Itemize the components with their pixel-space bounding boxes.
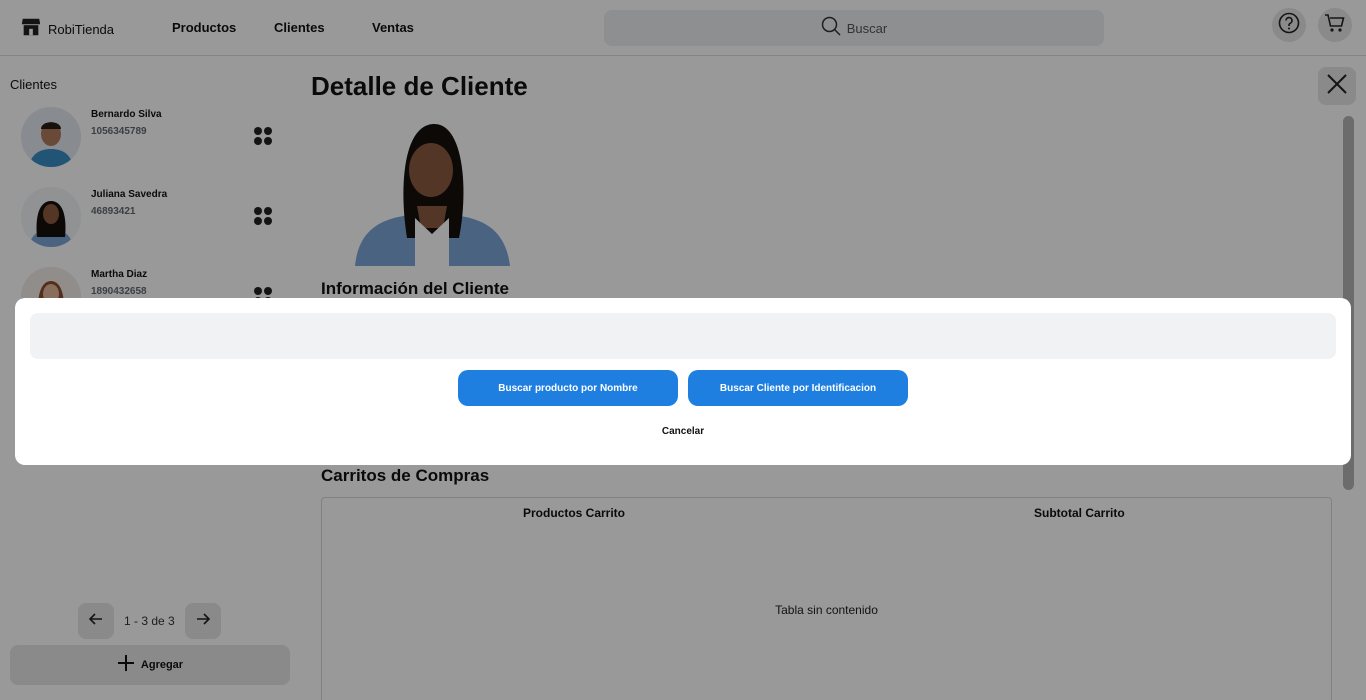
search-product-by-name-button[interactable]: Buscar producto por Nombre (458, 370, 678, 406)
search-input[interactable] (30, 313, 1336, 359)
cancel-button[interactable]: Cancelar (15, 426, 1351, 437)
search-client-by-id-button[interactable]: Buscar Cliente por Identificacion (688, 370, 908, 406)
search-modal: Buscar producto por Nombre Buscar Client… (15, 298, 1351, 465)
